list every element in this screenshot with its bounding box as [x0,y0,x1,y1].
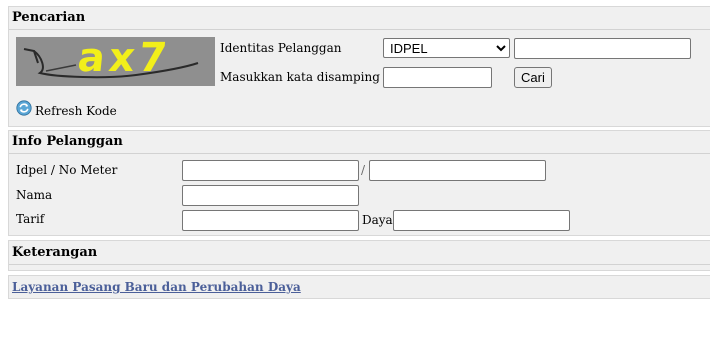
search-panel-title: Pencarian [12,10,86,25]
idpel-separator: / [361,163,366,177]
meter-number-field[interactable] [369,160,546,181]
customer-id-label: Identitas Pelanggan [220,41,342,55]
refresh-code-link[interactable]: Refresh Kode [35,104,117,118]
name-label: Nama [16,188,53,202]
id-type-select[interactable]: IDPEL [383,38,510,58]
power-field[interactable] [393,210,570,231]
customer-id-input[interactable] [514,38,691,59]
notes-panel: Keterangan [8,240,710,271]
captcha-prompt-label: Masukkan kata disamping [220,70,380,84]
captcha-input[interactable] [383,67,492,88]
power-label: Daya [362,213,393,227]
divider [9,153,710,154]
tariff-label: Tarif [16,212,45,226]
divider [9,264,710,265]
customer-info-panel: Info Pelanggan Idpel / No Meter / Nama T… [8,130,710,236]
captcha-image: ax7 [16,37,215,86]
search-button[interactable]: Cari [514,67,552,88]
tariff-field[interactable] [182,210,359,231]
refresh-icon[interactable] [16,100,32,116]
divider [9,29,710,30]
captcha-text: ax7 [75,37,174,81]
customer-info-title: Info Pelanggan [12,134,123,149]
search-panel: Pencarian ax7 Identitas Pelanggan IDPEL … [8,6,710,127]
idpel-label: Idpel / No Meter [16,163,118,177]
new-connection-link[interactable]: Layanan Pasang Baru dan Perubahan Daya [12,280,301,294]
name-field[interactable] [182,185,359,206]
idpel-field[interactable] [182,160,359,181]
notes-title: Keterangan [12,245,98,260]
footer-link-panel: Layanan Pasang Baru dan Perubahan Daya [8,275,710,299]
